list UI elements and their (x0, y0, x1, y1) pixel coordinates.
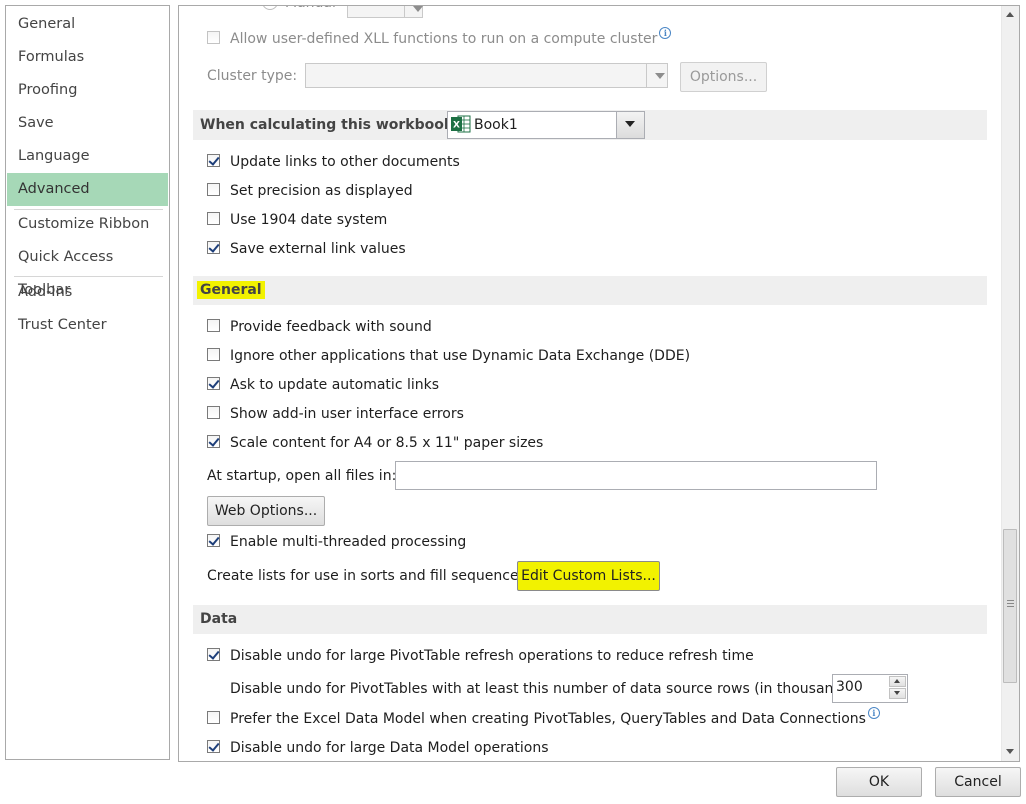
excel-icon: X (451, 115, 471, 133)
feedback-sound-option[interactable]: Provide feedback with sound (207, 316, 432, 338)
workbook-section-title: When calculating this workbook: (200, 117, 459, 133)
date-1904-checkbox[interactable] (207, 211, 220, 225)
manual-label: Manual (285, 6, 336, 13)
chevron-down-icon (616, 112, 644, 138)
sidebar-item-save[interactable]: Save (7, 107, 168, 140)
update-links-label: Update links to other documents (230, 154, 460, 170)
sidebar-item-general[interactable]: General (7, 8, 168, 41)
allow-xll-checkbox[interactable] (207, 30, 220, 44)
sidebar-item-proofing[interactable]: Proofing (7, 74, 168, 107)
cancel-button[interactable]: Cancel (935, 767, 1021, 797)
prefer-data-model-option[interactable]: Prefer the Excel Data Model when creatin… (207, 707, 880, 730)
date-1904-label: Use 1904 date system (230, 212, 388, 228)
sidebar-item-customize-ribbon[interactable]: Customize Ribbon (7, 208, 168, 241)
pivot-rows-value[interactable]: 300 (836, 677, 863, 697)
update-links-option[interactable]: Update links to other documents (207, 151, 460, 173)
manual-radio[interactable] (262, 6, 278, 10)
sidebar-item-add-ins[interactable]: Add-Ins (7, 276, 168, 309)
data-section-title: Data (200, 611, 238, 627)
prefer-data-model-checkbox[interactable] (207, 710, 220, 724)
ask-update-links-option[interactable]: Ask to update automatic links (207, 374, 439, 396)
ask-update-links-checkbox[interactable] (207, 376, 220, 390)
pivot-rows-spinner[interactable]: 300 (832, 674, 908, 703)
sidebar-item-language[interactable]: Language (7, 140, 168, 173)
allow-xll-option[interactable]: Allow user-defined XLL functions to run … (207, 27, 672, 50)
ask-update-links-label: Ask to update automatic links (230, 377, 440, 393)
startup-folder-label: At startup, open all files in: (207, 468, 397, 484)
ok-button[interactable]: OK (836, 767, 922, 797)
disable-undo-pivot-checkbox[interactable] (207, 647, 220, 661)
svg-text:X: X (453, 121, 460, 131)
ignore-dde-option[interactable]: Ignore other applications that use Dynam… (207, 345, 690, 367)
feedback-sound-checkbox[interactable] (207, 318, 220, 332)
general-section-title: General (197, 281, 265, 299)
disable-undo-model-label: Disable undo for large Data Model operat… (230, 740, 549, 756)
addin-errors-label: Show add-in user interface errors (230, 406, 464, 422)
multithread-option[interactable]: Enable multi-threaded processing (207, 531, 466, 553)
multithread-checkbox[interactable] (207, 533, 220, 547)
disable-undo-model-checkbox[interactable] (207, 739, 220, 753)
allow-xll-label: Allow user-defined XLL functions to run … (230, 31, 658, 47)
save-external-links-checkbox[interactable] (207, 240, 220, 254)
save-external-links-option[interactable]: Save external link values (207, 238, 406, 260)
pivot-rows-label: Disable undo for PivotTables with at lea… (230, 681, 860, 697)
prefer-data-model-label: Prefer the Excel Data Model when creatin… (230, 711, 866, 727)
workbook-select[interactable]: X Book1 (447, 111, 645, 139)
ignore-dde-label: Ignore other applications that use Dynam… (230, 348, 691, 364)
save-external-links-label: Save external link values (230, 241, 406, 257)
disable-undo-pivot-label: Disable undo for large PivotTable refres… (230, 648, 754, 664)
date-1904-option[interactable]: Use 1904 date system (207, 209, 387, 231)
set-precision-checkbox[interactable] (207, 182, 220, 196)
vertical-scrollbar[interactable] (1001, 6, 1019, 761)
multithread-label: Enable multi-threaded processing (230, 534, 467, 550)
scroll-down-icon[interactable] (1002, 743, 1019, 760)
options-sidebar: General Formulas Proofing Save Language … (5, 5, 170, 760)
sidebar-item-formulas[interactable]: Formulas (7, 41, 168, 74)
disable-undo-pivot-option[interactable]: Disable undo for large PivotTable refres… (207, 645, 754, 667)
sidebar-item-advanced[interactable]: Advanced (7, 173, 168, 206)
feedback-sound-label: Provide feedback with sound (230, 319, 432, 335)
scroll-up-icon[interactable] (1002, 6, 1019, 23)
custom-lists-label: Create lists for use in sorts and fill s… (207, 568, 531, 584)
scale-content-option[interactable]: Scale content for A4 or 8.5 x 11" paper … (207, 432, 543, 454)
startup-folder-input[interactable] (395, 461, 877, 490)
cluster-type-combo[interactable] (305, 63, 668, 88)
workbook-select-value: Book1 (474, 117, 518, 133)
info-icon: i (867, 707, 880, 719)
iterations-combo[interactable] (347, 6, 423, 18)
web-options-button[interactable]: Web Options... (207, 496, 325, 526)
chevron-down-icon (646, 64, 667, 87)
disable-undo-model-option[interactable]: Disable undo for large Data Model operat… (207, 737, 549, 759)
options-panel[interactable]: Manual Allow user-defined XLL functions … (178, 5, 1020, 762)
ignore-dde-checkbox[interactable] (207, 347, 220, 361)
sidebar-item-trust-center[interactable]: Trust Center (7, 309, 168, 342)
scrollbar-thumb[interactable] (1003, 529, 1017, 683)
update-links-checkbox[interactable] (207, 153, 220, 167)
set-precision-option[interactable]: Set precision as displayed (207, 180, 413, 202)
edit-custom-lists-button[interactable]: Edit Custom Lists... (517, 561, 660, 591)
set-precision-label: Set precision as displayed (230, 183, 413, 199)
data-section-header: Data (193, 605, 987, 634)
scale-content-checkbox[interactable] (207, 434, 220, 448)
sidebar-item-quick-access-toolbar[interactable]: Quick Access Toolbar (7, 241, 168, 298)
spin-down-icon[interactable] (889, 688, 906, 699)
spin-up-icon[interactable] (889, 676, 906, 687)
addin-errors-checkbox[interactable] (207, 405, 220, 419)
general-section-header: General (193, 276, 987, 305)
info-icon: i (659, 27, 672, 39)
scale-content-label: Scale content for A4 or 8.5 x 11" paper … (230, 435, 544, 451)
cluster-options-button[interactable]: Options... (680, 62, 767, 92)
addin-errors-option[interactable]: Show add-in user interface errors (207, 403, 464, 425)
cluster-type-label: Cluster type: (207, 68, 298, 84)
